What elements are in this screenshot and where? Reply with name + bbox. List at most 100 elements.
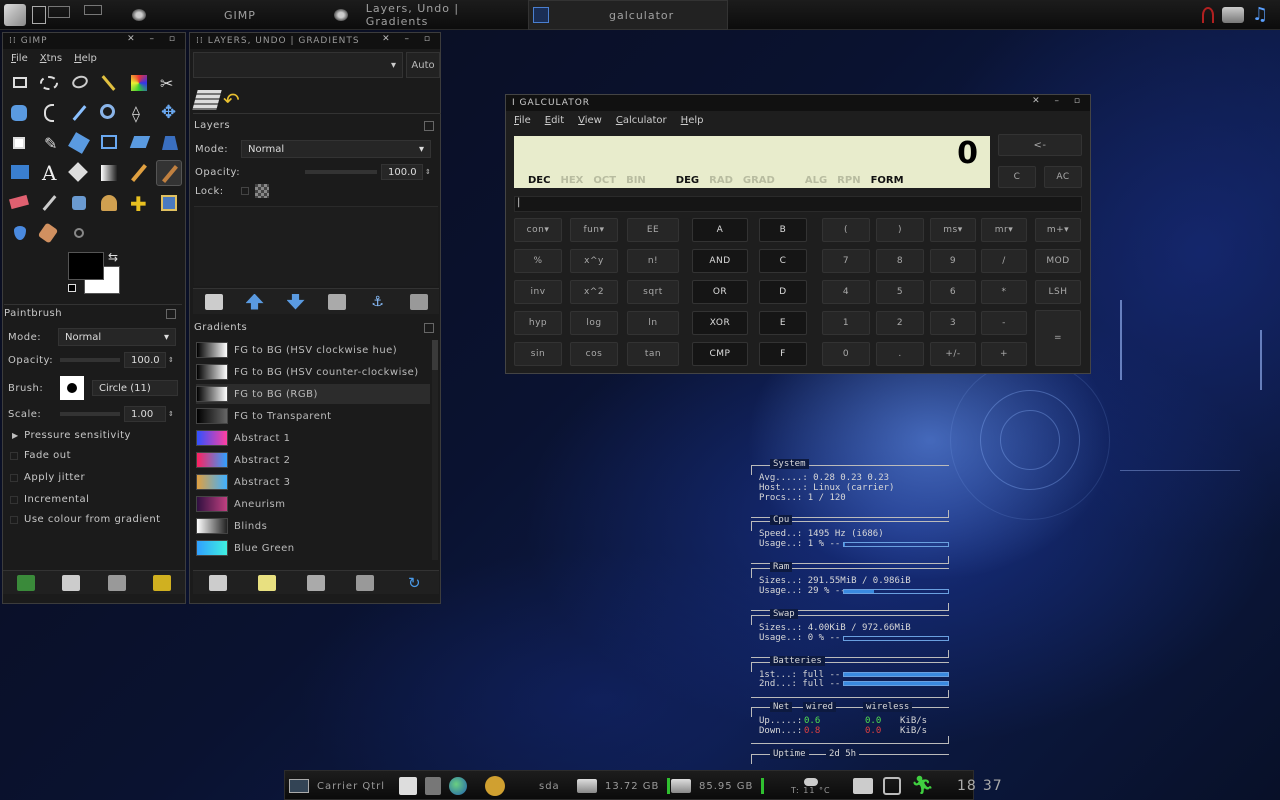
duplicate-layer-icon[interactable]: [327, 293, 346, 310]
calc-key[interactable]: 1: [822, 311, 870, 335]
calc-key[interactable]: AND: [692, 249, 748, 273]
calc-key[interactable]: tan: [627, 342, 679, 366]
calc-key[interactable]: 8: [876, 249, 924, 273]
mode-dec[interactable]: DEC: [528, 175, 550, 186]
calc-key[interactable]: LSH: [1035, 280, 1081, 304]
option-use-gradient[interactable]: Use colour from gradient: [10, 514, 161, 525]
gradient-item[interactable]: Blue Green: [196, 538, 430, 558]
calc-menu-view[interactable]: View: [578, 115, 602, 126]
eraser-tool[interactable]: [6, 190, 32, 216]
menu-help[interactable]: Help: [74, 53, 97, 64]
spin-icon[interactable]: ⇕: [168, 356, 174, 364]
window-controls[interactable]: ✕ – ▫: [1032, 96, 1086, 106]
smudge-tool[interactable]: [36, 220, 62, 246]
calc-key[interactable]: +: [981, 342, 1027, 366]
calc-key[interactable]: ln: [627, 311, 679, 335]
formula-entry[interactable]: |: [514, 196, 1082, 212]
layers-opacity-slider[interactable]: [305, 170, 377, 174]
calc-key[interactable]: B: [759, 218, 807, 242]
editor-icon[interactable]: [399, 777, 417, 795]
lock-alpha-icon[interactable]: [255, 184, 269, 198]
text-tool[interactable]: A: [36, 160, 62, 186]
menu-xtns[interactable]: Xtns: [40, 53, 62, 64]
calc-menu-edit[interactable]: Edit: [545, 115, 564, 126]
workspace-1-icon[interactable]: [32, 6, 46, 24]
all-clear-button[interactable]: AC: [1044, 166, 1082, 188]
calc-key[interactable]: +/-: [930, 342, 976, 366]
foreground-select-tool[interactable]: [6, 100, 32, 126]
layers-mode-dropdown[interactable]: Normal ▾: [241, 140, 431, 158]
calc-key[interactable]: EE: [627, 218, 679, 242]
calc-key[interactable]: 6: [930, 280, 976, 304]
backspace-button[interactable]: <-: [998, 134, 1082, 156]
zoom-tool[interactable]: [96, 100, 122, 126]
anchor-layer-icon[interactable]: ⚓: [369, 294, 387, 310]
ink-tool[interactable]: [66, 190, 92, 216]
clone-tool[interactable]: [96, 190, 122, 216]
spin-icon[interactable]: ⇕: [168, 410, 174, 418]
heal-tool[interactable]: ✚: [126, 190, 152, 216]
paths-tool[interactable]: [36, 100, 62, 126]
calc-key[interactable]: OR: [692, 280, 748, 304]
calc-key[interactable]: .: [876, 342, 924, 366]
color-picker-tool[interactable]: [66, 100, 92, 126]
fg-color-swatch[interactable]: [68, 252, 104, 280]
lock-checkbox[interactable]: [241, 187, 249, 195]
mode-grad[interactable]: GRAD: [743, 175, 775, 186]
calc-key[interactable]: E: [759, 311, 807, 335]
calc-key[interactable]: x^2: [570, 280, 618, 304]
delete-gradient-icon[interactable]: [356, 574, 375, 591]
layers-tab-icon[interactable]: [192, 90, 222, 110]
save-options-icon[interactable]: [16, 574, 35, 591]
gradient-item[interactable]: Blinds: [196, 516, 430, 536]
gradient-item[interactable]: Aneurism: [196, 494, 430, 514]
gradients-scrollbar[interactable]: [432, 340, 438, 560]
mode-rad[interactable]: RAD: [709, 175, 733, 186]
calculator-title-bar[interactable]: I GALCULATOR ✕ – ▫: [506, 95, 1090, 111]
calc-menu-help[interactable]: Help: [681, 115, 704, 126]
network-tray-icon[interactable]: [1222, 7, 1244, 23]
calc-key[interactable]: /: [981, 249, 1027, 273]
calc-key[interactable]: =: [1035, 310, 1081, 366]
calc-key[interactable]: m+ ▾: [1035, 218, 1081, 242]
clear-button[interactable]: C: [998, 166, 1036, 188]
paintbrush-tool[interactable]: [156, 160, 182, 186]
calc-key[interactable]: C: [759, 249, 807, 273]
auto-button[interactable]: Auto: [406, 52, 440, 78]
ellipse-select-tool[interactable]: [36, 70, 62, 96]
calc-key[interactable]: (: [822, 218, 870, 242]
edit-gradient-icon[interactable]: [208, 574, 227, 591]
workspace-3-icon[interactable]: [84, 5, 102, 15]
help-tray-icon[interactable]: [1202, 7, 1214, 23]
mode-alg[interactable]: ALG: [805, 175, 827, 186]
perspective-clone-tool[interactable]: [156, 190, 182, 216]
image-selector[interactable]: ▾: [193, 52, 403, 78]
task-galculator[interactable]: galculator: [528, 0, 728, 30]
mode-oct[interactable]: OCT: [593, 175, 616, 186]
mode-rpn[interactable]: RPN: [837, 175, 860, 186]
raise-layer-icon[interactable]: [245, 293, 264, 310]
option-incremental[interactable]: Incremental: [10, 494, 89, 505]
mode-form[interactable]: FORM: [871, 175, 904, 186]
window-controls[interactable]: ✕ – ▫: [382, 34, 436, 44]
new-gradient-icon[interactable]: [257, 574, 276, 591]
layers-list[interactable]: [194, 206, 438, 286]
fuzzy-select-tool[interactable]: [96, 70, 122, 96]
dodge-burn-tool[interactable]: [66, 220, 92, 246]
calc-key[interactable]: fun ▾: [570, 218, 618, 242]
panel-menu-icon[interactable]: [166, 308, 176, 319]
option-apply-jitter[interactable]: Apply jitter: [10, 472, 85, 483]
calc-key[interactable]: ): [876, 218, 924, 242]
panel-menu-icon[interactable]: [424, 322, 434, 333]
calc-key[interactable]: 3: [930, 311, 976, 335]
calc-menu-calculator[interactable]: Calculator: [616, 115, 667, 126]
scale-slider[interactable]: [60, 412, 120, 416]
files-icon[interactable]: [425, 777, 441, 795]
spin-icon[interactable]: ⇕: [425, 168, 431, 176]
checkbox[interactable]: [10, 495, 18, 504]
calc-key[interactable]: CMP: [692, 342, 748, 366]
task-gimp[interactable]: GIMP: [132, 0, 322, 30]
calc-key[interactable]: n!: [627, 249, 679, 273]
exit-icon[interactable]: 🏃︎: [911, 776, 934, 796]
blur-tool[interactable]: [6, 220, 32, 246]
